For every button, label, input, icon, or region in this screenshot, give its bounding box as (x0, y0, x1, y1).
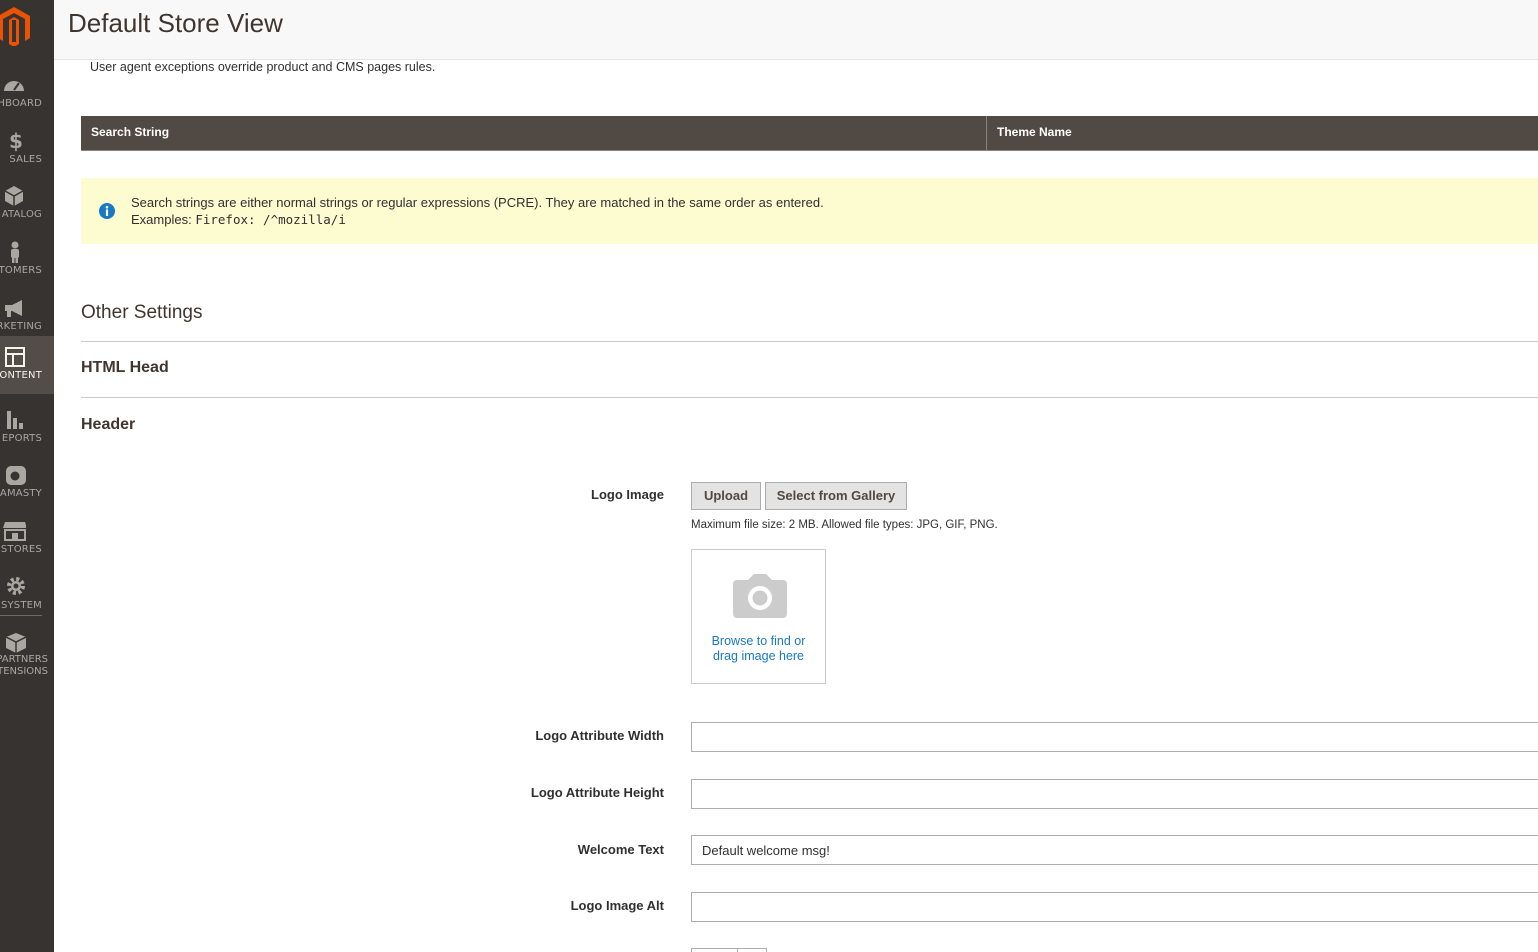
examples-code: Firefox: /^mozilla/i (195, 212, 346, 227)
sidebar-item-label: STOMERS (0, 265, 42, 276)
header-section-toggle[interactable]: Header (81, 416, 135, 434)
select-from-gallery-button[interactable]: Select from Gallery (765, 482, 907, 510)
sidebar-item-catalog[interactable]: ATALOG (0, 179, 54, 235)
dollar-icon: $ (9, 130, 23, 152)
dropzone-line2[interactable]: drag image here (692, 649, 825, 664)
section-divider (81, 341, 1538, 342)
admin-sidebar: SHBOARD $ SALES ATALOG STOMERS ARKETING (0, 0, 54, 952)
sidebar-item-sales[interactable]: $ SALES (0, 124, 54, 180)
svg-text:$: $ (9, 130, 23, 152)
sidebar-item-label: ATALOG (1, 209, 42, 220)
logo-height-label: Logo Attribute Height (530, 785, 664, 800)
sidebar-item-label: PARTNERS (0, 654, 48, 665)
user-agent-table-header: Search String Theme Name (81, 116, 1538, 151)
user-agent-note: User agent exceptions override product a… (90, 60, 436, 74)
sidebar-item-label: SYSTEM (0, 600, 42, 611)
info-message-line2: Examples: Firefox: /^mozilla/i (131, 211, 824, 228)
info-message: Search strings are either normal strings… (81, 178, 1538, 244)
sidebar-item-stores[interactable]: STORES (0, 514, 54, 570)
file-size-note: Maximum file size: 2 MB. Allowed file ty… (691, 519, 998, 531)
column-search-string: Search String (81, 116, 987, 150)
sidebar-item-reports[interactable]: EPORTS (0, 403, 54, 459)
sidebar-item-amasty[interactable]: AMASTY (0, 458, 54, 514)
info-icon (99, 203, 115, 219)
box-icon (5, 633, 26, 653)
sidebar-item-label: EPORTS (1, 433, 42, 444)
logo-alt-input[interactable] (691, 892, 1538, 922)
cube-icon (4, 186, 24, 206)
other-settings-title: Other Settings (81, 302, 203, 323)
logo-width-input[interactable] (691, 722, 1538, 752)
bar-chart-icon (7, 411, 23, 429)
sidebar-item-label: CONTENT (0, 370, 42, 381)
partial-select-control[interactable] (691, 948, 767, 952)
sidebar-item-label: SALES (9, 154, 42, 165)
sidebar-item-content[interactable]: CONTENT (0, 336, 54, 394)
magento-logo-icon[interactable] (0, 2, 32, 46)
sidebar-item-label: AMASTY (0, 488, 42, 499)
sidebar-item-customers[interactable]: STOMERS (0, 235, 54, 291)
welcome-text-label: Welcome Text (577, 842, 664, 857)
column-theme-name: Theme Name (997, 125, 1072, 139)
partial-select-divider (737, 948, 738, 952)
section-divider (81, 397, 1538, 398)
page-header: Default Store View (54, 0, 1538, 60)
upload-button[interactable]: Upload (691, 482, 761, 510)
sidebar-item-label: STORES (0, 544, 42, 555)
html-head-section-toggle[interactable]: HTML Head (81, 359, 169, 377)
info-message-text: Search strings are either normal strings… (131, 194, 824, 228)
sidebar-item-dashboard[interactable]: SHBOARD (0, 68, 54, 124)
layout-icon (5, 347, 25, 367)
logo-image-label: Logo Image (591, 487, 664, 502)
sidebar-divider (0, 615, 42, 616)
sidebar-item-label-line2: TENSIONS (0, 666, 48, 677)
logo-alt-label: Logo Image Alt (570, 898, 664, 913)
dropzone-line1[interactable]: Browse to find or (692, 634, 825, 649)
sidebar-item-partners[interactable]: PARTNERS TENSIONS (0, 626, 54, 677)
sidebar-item-label: ARKETING (0, 321, 42, 332)
welcome-text-input[interactable] (691, 835, 1538, 865)
camera-icon (733, 574, 787, 618)
info-message-line1: Search strings are either normal strings… (131, 195, 824, 210)
logo-height-input[interactable] (691, 779, 1538, 809)
person-icon (11, 241, 19, 263)
sidebar-item-label: SHBOARD (0, 98, 42, 109)
megaphone-icon (5, 300, 22, 317)
amasty-icon (6, 466, 26, 485)
logo-width-label: Logo Attribute Width (535, 728, 664, 743)
gear-icon (7, 577, 25, 595)
examples-prefix: Examples: (131, 212, 192, 227)
dashboard-icon (4, 81, 24, 91)
storefront-icon (3, 522, 26, 541)
dropzone-text[interactable]: Browse to find or drag image here (692, 634, 825, 664)
image-dropzone[interactable]: Browse to find or drag image here (691, 549, 826, 684)
page-title: Default Store View (68, 8, 283, 38)
sidebar-item-system[interactable]: SYSTEM (0, 570, 54, 626)
